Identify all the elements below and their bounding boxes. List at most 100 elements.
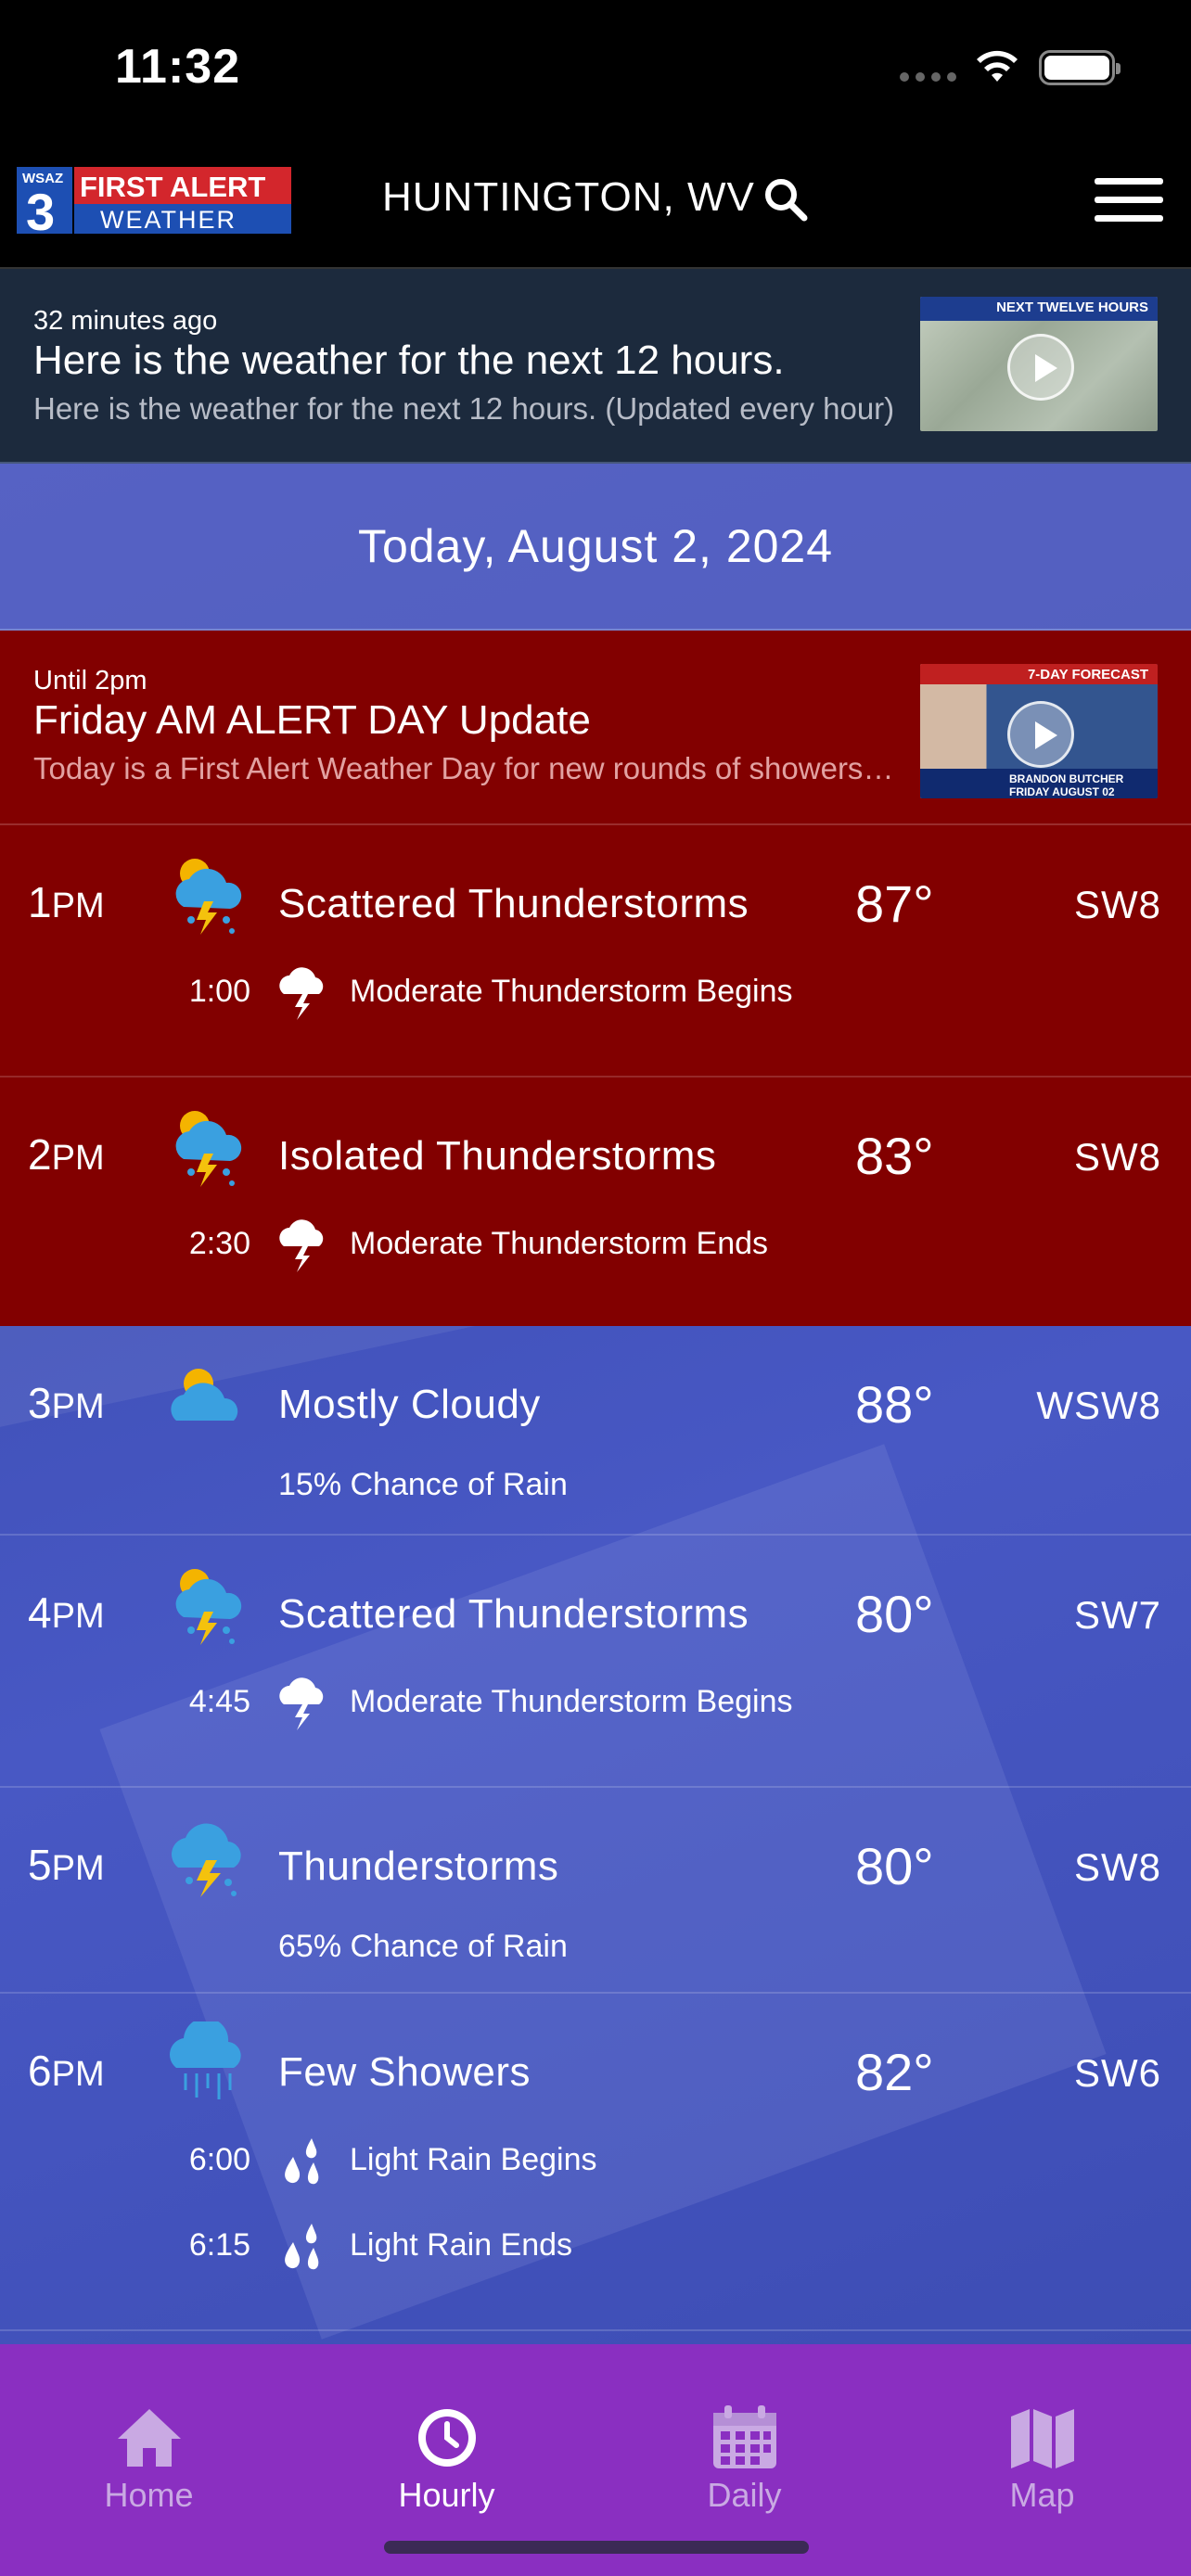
sun-cloud-storm-icon (167, 853, 250, 937)
hamburger-menu-icon[interactable] (1095, 178, 1163, 223)
temperature-label: 83° (855, 1127, 934, 1185)
alert-video-thumbnail[interactable]: 7-DAY FORECAST BRANDON BUTCHER FRIDAY AU… (920, 664, 1158, 798)
news-title: Here is the weather for the next 12 hour… (33, 338, 785, 383)
sun-cloud-icon (167, 1354, 250, 1437)
wsaz-first-alert-logo: WSAZ 3 FIRST ALERT WEATHER (17, 167, 291, 234)
alert-title: Friday AM ALERT DAY Update (33, 697, 591, 743)
app-header: WSAZ 3 FIRST ALERT WEATHER HUNTINGTON, W… (0, 139, 1191, 269)
tab-map[interactable]: Map (893, 2344, 1191, 2530)
alert-meta: Until 2pm (33, 666, 147, 695)
hour-label: 1PM (28, 877, 105, 927)
temperature-label: 82° (855, 2043, 934, 2101)
event-time: 2:30 (188, 1226, 250, 1261)
thunderstorm-icon (278, 1677, 330, 1732)
clock-icon (418, 2409, 476, 2467)
wind-label: SW6 (1073, 2051, 1161, 2095)
tab-home-label: Home (104, 2476, 194, 2514)
search-icon[interactable] (762, 176, 809, 223)
tab-home[interactable]: Home (0, 2344, 298, 2530)
thumbnail-label: NEXT TWELVE HOURS (920, 297, 1158, 321)
raindrops-icon (278, 2135, 330, 2190)
weather-event: 6:00 Light Rain Begins (0, 2135, 1191, 2190)
event-text: Moderate Thunderstorm Ends (350, 1226, 769, 1261)
hour-label: 5PM (28, 1840, 105, 1890)
location-label[interactable]: HUNTINGTON, WV (382, 174, 755, 221)
hourly-row[interactable]: 5PM Thunderstorms 80° SW8 65% Chance of Rain (0, 1788, 1191, 1994)
hourly-row[interactable]: 4PM Scattered Thunderstorms 80° SW7 4:45 Mode… (0, 1536, 1191, 1788)
temperature-label: 87° (855, 874, 934, 933)
hour-number: 6 (28, 2047, 52, 2095)
hour-ampm: PM (51, 1597, 105, 1636)
svg-text:3: 3 (26, 183, 55, 234)
tab-daily[interactable]: Daily (596, 2344, 893, 2530)
hourly-row[interactable]: 1PM Scattered Thunderstorms 87° SW8 1:00 Mode… (0, 825, 1191, 1078)
event-text: Light Rain Ends (350, 2227, 573, 2263)
wind-label: SW8 (1073, 1135, 1161, 1179)
event-text: Light Rain Begins (350, 2142, 597, 2177)
rain-chance-label: 15% Chance of Rain (278, 1467, 568, 1502)
hour-ampm: PM (51, 2055, 105, 2094)
weather-event: 4:45 Moderate Thunderstorm Begins (0, 1677, 1191, 1732)
hourly-row[interactable]: 2PM Isolated Thunderstorms 83° SW8 2:30 Moder… (0, 1078, 1191, 1326)
tab-hourly[interactable]: Hourly (298, 2344, 596, 2530)
wind-label: SW8 (1073, 883, 1161, 926)
video-thumbnail[interactable]: NEXT TWELVE HOURS (920, 297, 1158, 431)
hour-ampm: PM (51, 1387, 105, 1426)
hourly-row[interactable]: 3PM Mostly Cloudy 88° WSW8 15% Chance of Rai… (0, 1326, 1191, 1536)
wifi-icon (977, 50, 1018, 82)
cloud-rain-icon (167, 2017, 250, 2105)
sun-cloud-storm-icon (167, 1563, 250, 1647)
hour-label: 6PM (28, 2046, 105, 2096)
event-text: Moderate Thunderstorm Begins (350, 974, 793, 1009)
condition-label: Thunderstorms (278, 1843, 559, 1889)
temperature-label: 88° (855, 1375, 934, 1434)
hour-number: 3 (28, 1379, 52, 1427)
calendar-icon (713, 2405, 776, 2468)
sun-cloud-storm-icon (167, 1105, 250, 1189)
home-indicator (384, 2541, 809, 2554)
condition-label: Isolated Thunderstorms (278, 1133, 717, 1179)
condition-label: Few Showers (278, 2049, 531, 2095)
home-icon (118, 2409, 181, 2467)
alert-description: Today is a First Alert Weather Day for n… (33, 751, 896, 785)
temperature-label: 80° (855, 1837, 934, 1895)
play-icon[interactable] (1007, 701, 1074, 768)
thunderstorm-icon (278, 966, 330, 1022)
event-text: Moderate Thunderstorm Begins (350, 1684, 793, 1719)
alert-video-card[interactable]: Until 2pm Friday AM ALERT DAY Update Tod… (0, 631, 1191, 825)
hour-ampm: PM (51, 886, 105, 925)
weather-event: 2:30 Moderate Thunderstorm Ends (0, 1218, 1191, 1274)
hour-label: 4PM (28, 1588, 105, 1638)
condition-label: Scattered Thunderstorms (278, 1591, 749, 1637)
alert-thumbnail-footer: BRANDON BUTCHER FRIDAY AUGUST 02 (920, 769, 1158, 798)
news-meta: 32 minutes ago (33, 306, 218, 336)
thunderstorm-icon (278, 1218, 330, 1274)
status-bar: 11:32 (0, 0, 1191, 139)
raindrops-icon (278, 2220, 330, 2276)
event-time: 1:00 (188, 974, 250, 1009)
event-time: 6:00 (188, 2142, 250, 2177)
svg-text:FIRST ALERT: FIRST ALERT (80, 171, 265, 203)
condition-label: Mostly Cloudy (278, 1382, 541, 1427)
news-video-card[interactable]: 32 minutes ago Here is the weather for t… (0, 269, 1191, 464)
weather-event: 6:15 Light Rain Ends (0, 2220, 1191, 2276)
date-header: Today, August 2, 2024 (0, 464, 1191, 631)
news-description: Here is the weather for the next 12 hour… (33, 391, 895, 426)
tab-daily-label: Daily (707, 2476, 782, 2514)
hourly-row[interactable]: 6PM Few Showers 82° SW6 6:00 Light Rain Begin… (0, 1994, 1191, 2331)
alert-thumbnail-label: 7-DAY FORECAST (920, 664, 1158, 684)
cloud-storm-icon (167, 1816, 250, 1899)
hour-label: 3PM (28, 1378, 105, 1428)
date-label: Today, August 2, 2024 (357, 520, 834, 572)
play-icon[interactable] (1007, 334, 1074, 401)
tab-map-label: Map (1009, 2476, 1075, 2514)
battery-icon (1039, 50, 1121, 85)
svg-text:WEATHER: WEATHER (100, 206, 237, 234)
hour-ampm: PM (51, 1849, 105, 1888)
temperature-label: 80° (855, 1585, 934, 1643)
rain-chance-label: 65% Chance of Rain (278, 1929, 568, 1964)
hour-ampm: PM (51, 1139, 105, 1178)
wind-label: SW8 (1073, 1845, 1161, 1889)
map-icon (1011, 2409, 1074, 2468)
event-time: 6:15 (188, 2227, 250, 2263)
